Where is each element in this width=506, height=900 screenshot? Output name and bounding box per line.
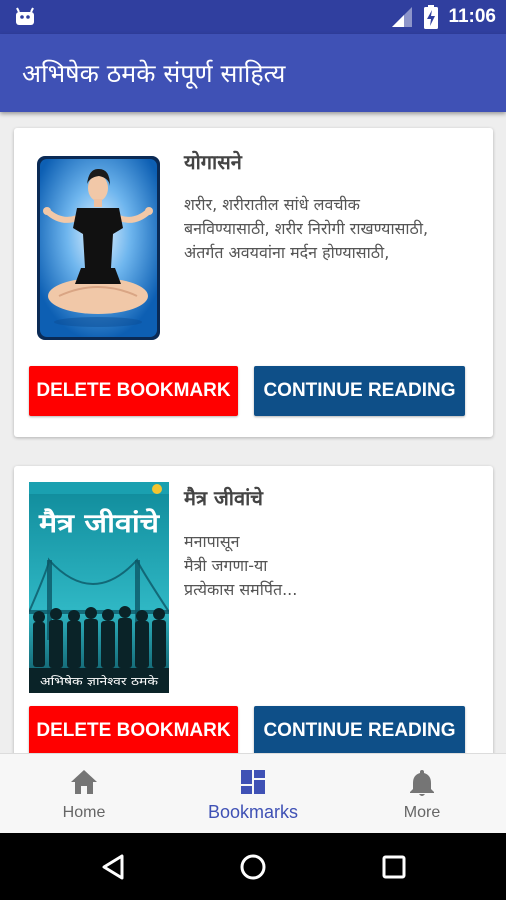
cover-author-text: अभिषेक ज्ञानेश्वर ठमके [40, 675, 159, 688]
delete-bookmark-button[interactable]: DELETE BOOKMARK [29, 706, 238, 753]
nav-label-more: More [403, 804, 441, 821]
cover-title-text: मैत्र जीवांचे [38, 508, 161, 539]
nav-label-bookmarks: Bookmarks [207, 802, 299, 822]
status-time: 11:06 [448, 6, 496, 27]
bookmark-card: मैत्र जीवांचे अभिषेक ज्ञानेश्वर ठमके मैत… [14, 466, 493, 753]
android-notification-icon [16, 7, 34, 25]
recent-apps-icon[interactable] [381, 854, 407, 880]
nav-item-more[interactable]: More [338, 754, 506, 834]
bookmark-list[interactable]: योगासने शरीर, शरीरातील सांधे लवचीक बनविण… [0, 112, 506, 753]
app-bar: अभिषेक ठमके संपूर्ण साहित्य [0, 34, 506, 112]
app-title: अभिषेक ठमके संपूर्ण साहित्य [22, 59, 286, 88]
book-description: शरीर, शरीरातील सांधे लवचीक बनविण्यासाठी,… [184, 195, 429, 262]
book-description: मनापासून मैत्री जगणा-या प्रत्येकास समर्प… [184, 532, 298, 599]
home-circle-icon[interactable] [239, 853, 267, 881]
continue-reading-button[interactable]: CONTINUE READING [254, 706, 465, 753]
home-icon [71, 770, 97, 794]
nav-item-bookmarks[interactable]: Bookmarks [169, 754, 337, 834]
bell-icon [410, 770, 434, 796]
continue-reading-button[interactable]: CONTINUE READING [254, 366, 465, 416]
signal-icon [392, 7, 413, 27]
nav-item-home[interactable]: Home [0, 754, 168, 834]
book-cover-image [37, 156, 160, 340]
bookmarks-dashboard-icon [241, 770, 265, 794]
battery-charging-icon [424, 5, 439, 29]
bottom-navigation: Home Bookmarks More [0, 753, 506, 834]
book-cover-image: मैत्र जीवांचे अभिषेक ज्ञानेश्वर ठमके [29, 482, 169, 693]
book-title: योगासने [184, 150, 242, 174]
delete-bookmark-button[interactable]: DELETE BOOKMARK [29, 366, 238, 416]
system-navigation-bar [0, 833, 506, 900]
book-title: मैत्र जीवांचे [184, 486, 263, 510]
bookmark-card: योगासने शरीर, शरीरातील सांधे लवचीक बनविण… [14, 128, 493, 437]
status-bar: 11:06 [0, 0, 506, 34]
back-icon[interactable] [100, 853, 126, 881]
nav-label-home: Home [62, 804, 106, 821]
